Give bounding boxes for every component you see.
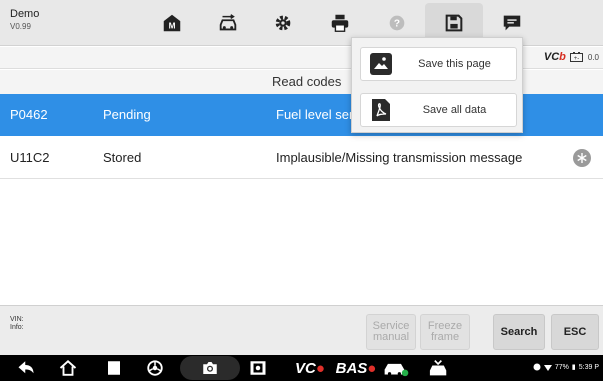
image-icon [370,53,392,75]
search-button[interactable]: Search [493,314,545,350]
home-nav-button[interactable] [56,358,80,378]
vci-status: VCb +- 0.0 [544,51,599,63]
wifi-icon [543,365,552,371]
save-this-page-label: Save this page [418,58,491,70]
save-menu: Save this page Save all data [351,37,523,133]
dtc-status: Stored [103,150,142,165]
home-icon: M [163,14,181,32]
dtc-description: Fuel level sensor 1 circuit low input [276,107,361,122]
page-title: Read codes [272,74,342,89]
save-this-page-item[interactable]: Save this page [360,47,517,81]
car-swap-icon [219,14,237,31]
vci-nav-flag: ● [315,359,325,377]
pdf-icon [372,99,390,121]
battery-icon: +- [569,52,583,62]
freeze-frame-button[interactable]: Freeze frame [420,314,470,350]
vehicle-connect-button[interactable] [380,358,412,378]
info-label: Info: [10,324,24,331]
back-arrow-icon [18,361,34,374]
svg-text:+-: +- [574,56,580,62]
settings-button[interactable] [254,3,312,43]
dtc-code: P0462 [10,107,48,122]
dtc-help-button[interactable] [573,149,591,167]
square-icon [108,361,120,375]
vehicle-swap-button[interactable] [199,3,257,43]
save-icon [445,14,463,32]
car-connect-icon [384,363,409,377]
home-button[interactable]: M [143,3,201,43]
clock: 5:39 P [578,363,599,371]
app-indicator-icon [533,363,541,371]
service-manual-button[interactable]: Service manual [366,314,416,350]
save-all-data-item[interactable]: Save all data [360,93,517,127]
battery-percent: 77% [554,363,569,371]
vci-logo: VCb [543,51,566,63]
back-button[interactable] [14,358,38,378]
chat-icon [503,15,521,31]
printer-icon [331,14,349,32]
battery-glyph: ▮ [571,364,576,371]
help-icon: ? [389,15,405,31]
dtc-description: Implausible/Missing transmission message [276,150,523,165]
system-nav-bar: VC ● BAS ● 77% ▮ 5:39 P [0,355,603,381]
vin-label: VIN: [10,316,24,323]
vci-nav-button[interactable]: VC ● [290,358,330,378]
voltage-value: 0.0 [587,52,599,62]
camera-button[interactable] [199,358,221,378]
save-all-data-label: Save all data [422,104,487,116]
svg-text:M: M [169,22,176,31]
dtc-code: U11C2 [10,150,50,165]
table-row[interactable]: U11C2 Stored Implausible/Missing transmi… [0,137,603,179]
screen-record-icon [250,361,266,375]
dtc-status: Pending [103,107,151,122]
remote-support-button[interactable] [422,358,454,378]
snowflake-icon [577,153,587,163]
svg-text:?: ? [394,19,400,30]
bas-nav-label: BAS [335,359,368,377]
bas-nav-button[interactable]: BAS ● [335,358,377,378]
screen-record-button[interactable] [247,358,269,378]
vin-info: VIN: Info: [10,316,24,332]
home-outline-icon [59,359,77,376]
recents-button[interactable] [104,358,124,378]
vci-nav-label: VC [295,359,316,377]
bottom-bar: VIN: Info: Service manual Freeze frame S… [0,305,603,355]
browser-button[interactable] [144,358,166,378]
bas-nav-flag: ● [367,359,377,377]
system-status: 77% ▮ 5:39 P [533,363,599,371]
browser-icon [147,360,163,376]
gear-icon [275,15,291,31]
app-title: Demo [10,8,40,20]
car-remote-icon [429,360,447,376]
camera-icon [203,362,217,374]
app-version: V0.99 [10,22,31,31]
esc-button[interactable]: ESC [551,314,599,350]
